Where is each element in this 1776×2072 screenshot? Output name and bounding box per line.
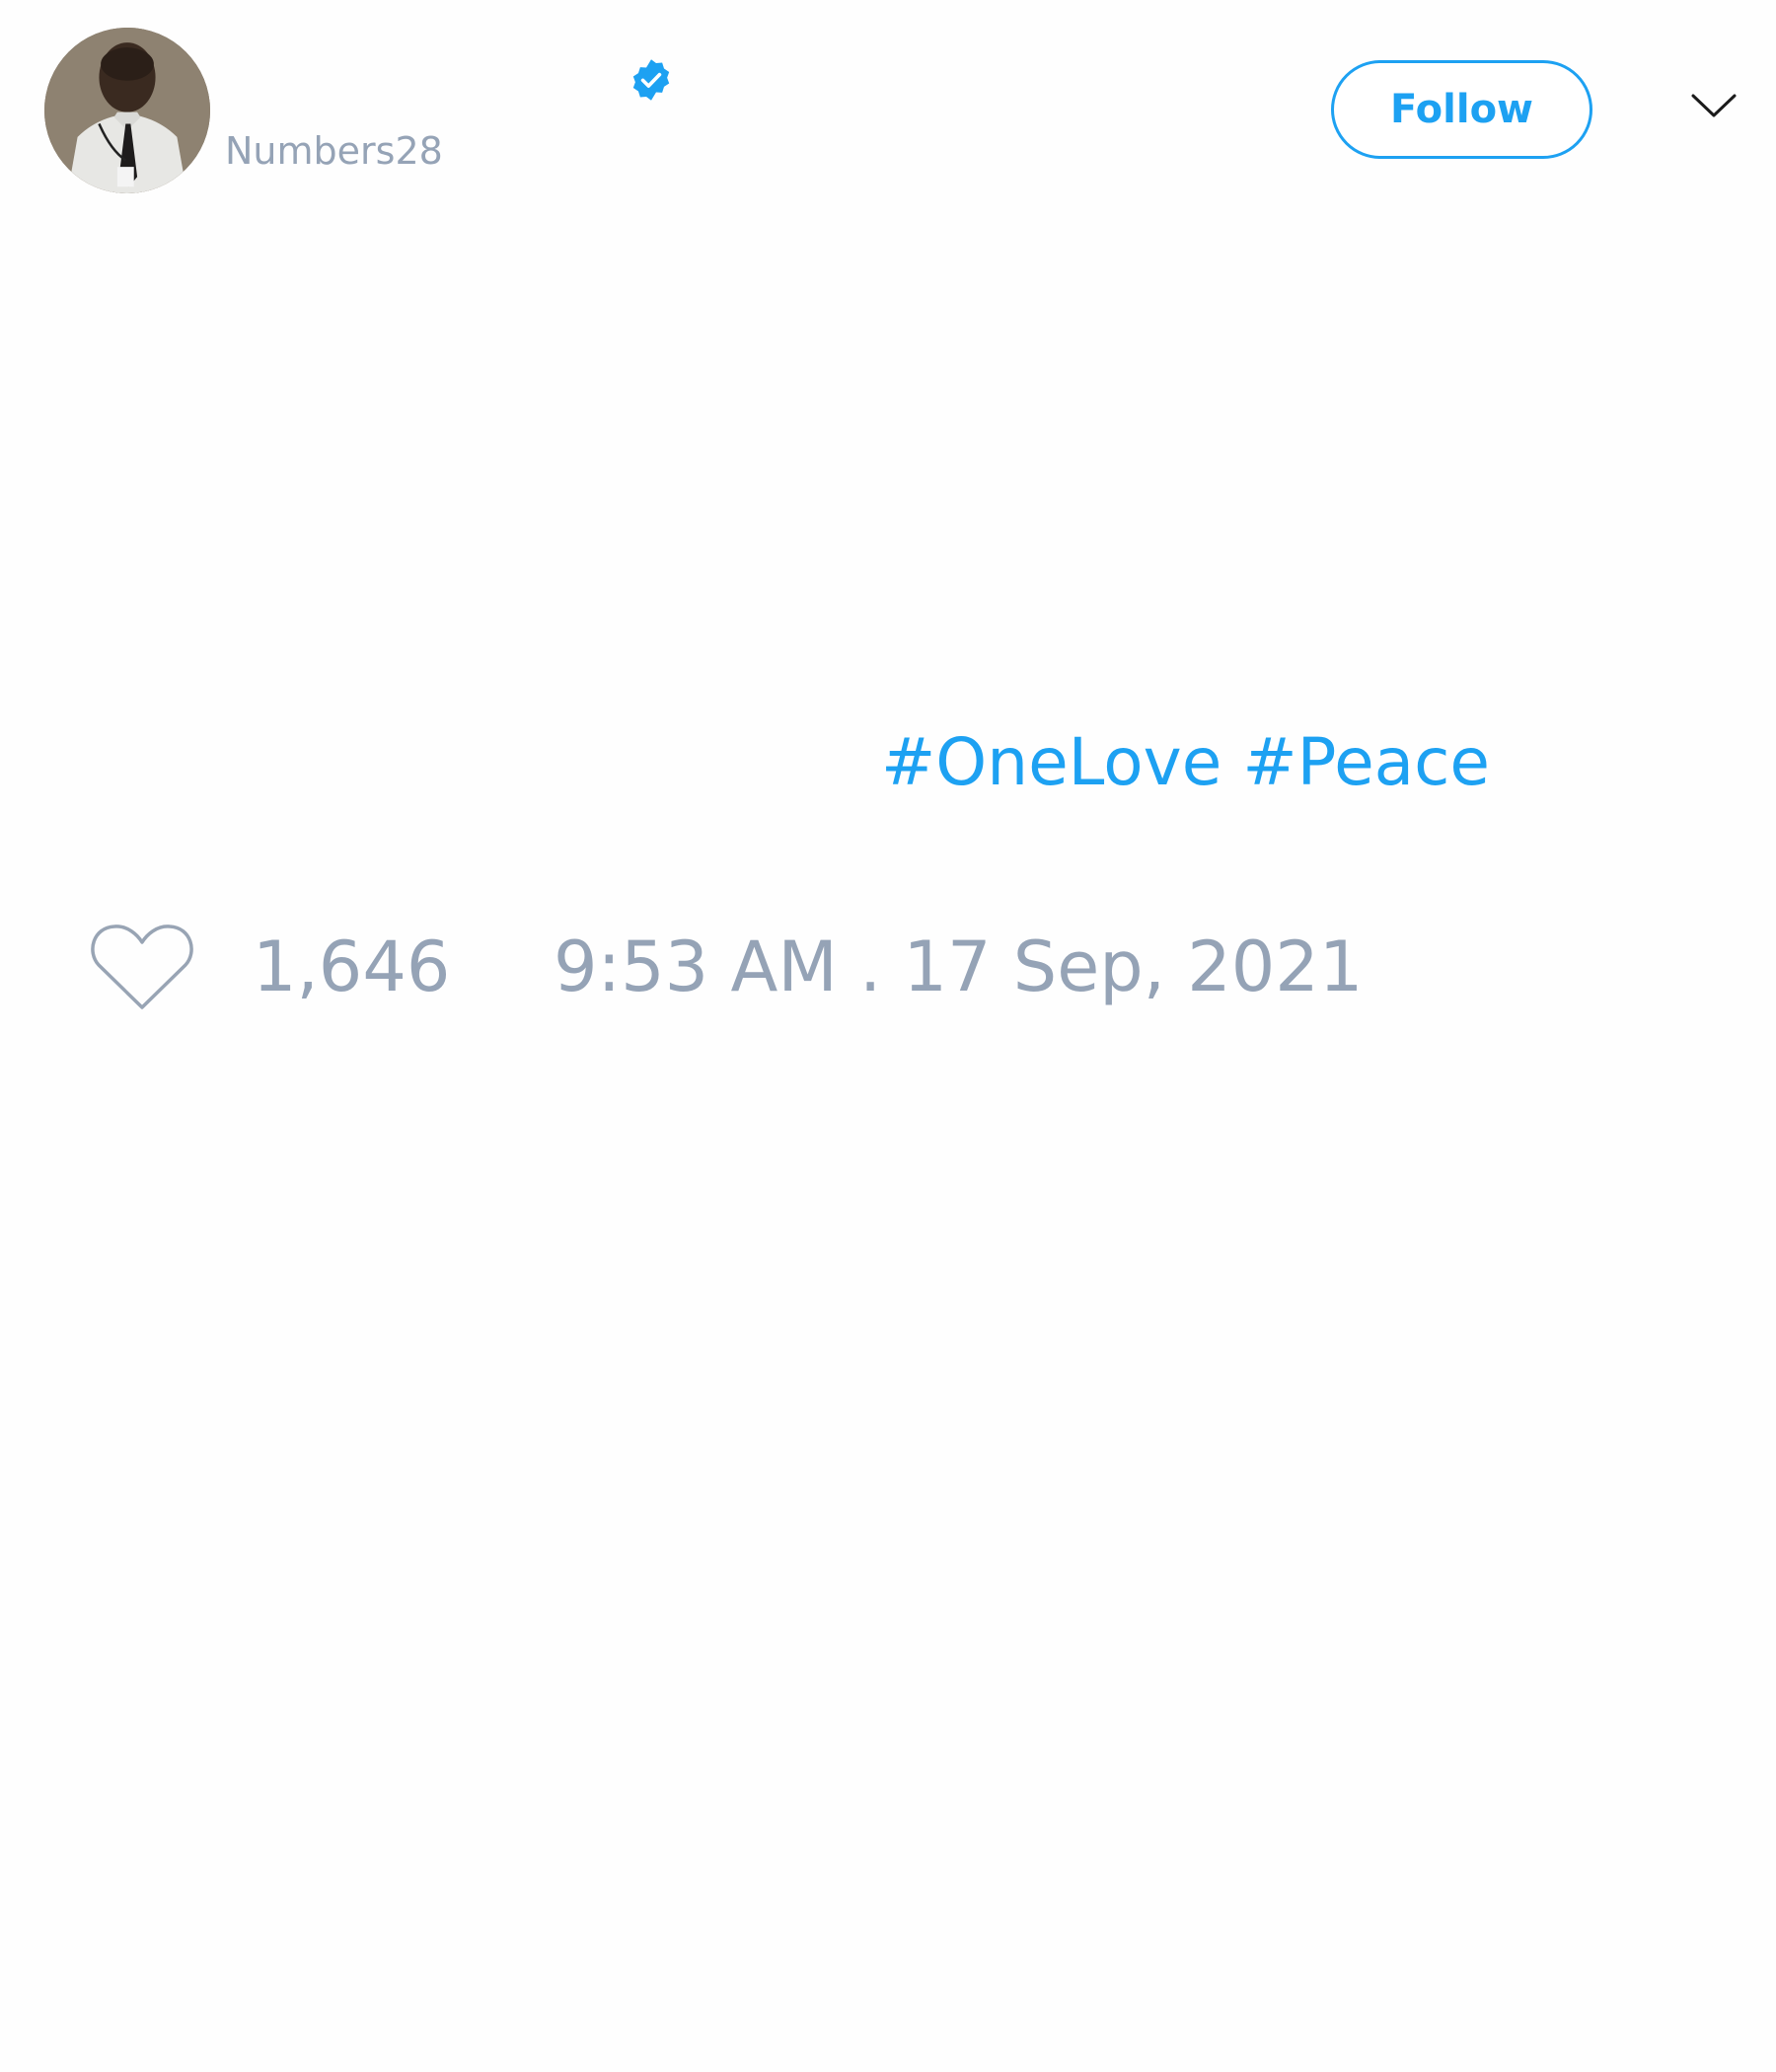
tweet-card: Numbers28 Follow #OneLove #Peace 1,646 9… [0,0,1776,2072]
hashtag-peace[interactable]: #Peace [1242,724,1490,800]
username[interactable]: Numbers28 [225,128,443,174]
heart-icon[interactable] [90,921,194,1011]
avatar[interactable] [44,28,210,193]
like-count: 1,646 [253,926,451,1007]
chevron-down-icon[interactable] [1690,91,1738,120]
verified-badge-icon [629,57,674,103]
tweet-hashtags: #OneLove #Peace [881,723,1490,802]
hashtag-onelove[interactable]: #OneLove [881,724,1221,800]
avatar-image [44,28,210,193]
tweet-timestamp[interactable]: 9:53 AM . 17 Sep, 2021 [554,925,1363,1008]
follow-button[interactable]: Follow [1331,60,1592,159]
